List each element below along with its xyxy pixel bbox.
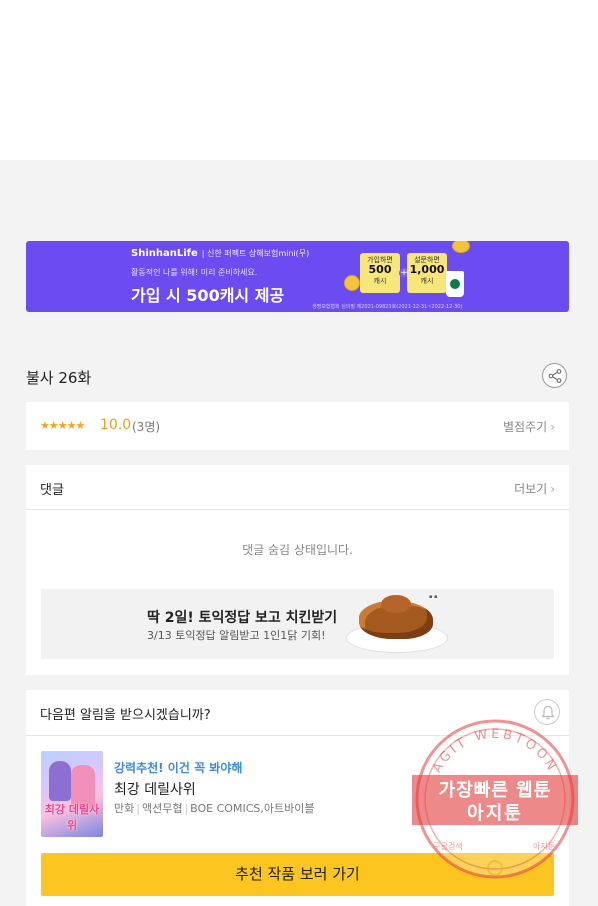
divider <box>26 509 569 510</box>
cover-title: 최강 데릴사위 <box>44 803 100 832</box>
bell-icon <box>541 705 555 720</box>
chevron-right-icon: › <box>550 420 555 434</box>
share-button[interactable] <box>542 363 567 388</box>
top-blank-area <box>0 0 598 160</box>
insurance-ad-banner[interactable]: ShinhanLife | 신한 퍼펙트 상해보험mini(무) 활동적인 나를 … <box>26 241 569 312</box>
comments-card: 댓글 더보기 › 댓글 숨김 상태입니다. 딱 2일! 토익정답 보고 치킨받기 … <box>26 465 569 675</box>
rate-button[interactable]: 별점주기 › <box>503 418 555 435</box>
ad-headline: 가입 시 500캐시 제공 <box>131 286 285 305</box>
chevron-right-icon: › <box>550 482 555 496</box>
comments-hidden-notice: 댓글 숨김 상태입니다. <box>242 543 353 557</box>
fried-chicken-image <box>381 595 411 613</box>
next-episode-notify-card: 다음편 알림을 받으시겠습니까? 최강 데릴사위 강력추천! 이건 꼭 봐야해 … <box>26 690 569 906</box>
genre-label: 만화 <box>114 802 135 815</box>
ad-mark: ▪ ▪ <box>429 594 438 600</box>
rating-score: 10.0 <box>100 417 132 433</box>
recommended-work-thumbnail[interactable]: 최강 데릴사위 <box>41 751 103 837</box>
recommended-work-title[interactable]: 최강 데릴사위 <box>114 779 196 799</box>
ad-reward-box-survey: 설문하면 1,000 캐시 <box>407 253 447 293</box>
recommended-work-meta: 만화 | 액션무협 | BOE COMICS,아트바이블 <box>114 802 315 815</box>
comments-heading: 댓글 <box>40 483 64 498</box>
cover-character <box>49 761 71 801</box>
ad-title: 딱 2일! 토익정답 보고 치킨받기 <box>147 610 338 626</box>
notify-question: 다음편 알림을 받으시겠습니까? <box>40 708 211 723</box>
coffee-cup-icon <box>446 271 464 297</box>
rating-count: (3명) <box>132 420 161 434</box>
genre-label: 액션무협 <box>141 802 183 815</box>
rating-card: ★★★★★ 10.0 (3명) 별점주기 › <box>26 402 569 450</box>
ad-fine-print: 생명보험협회 심의필 제2021-09823호(2021-12-31~2022-… <box>312 304 463 310</box>
ad-brand: ShinhanLife | 신한 퍼펙트 상해보험mini(무) <box>131 248 310 259</box>
view-recommended-button[interactable]: 추천 작품 보러 가기 <box>41 853 554 896</box>
toeic-chicken-ad[interactable]: 딱 2일! 토익정답 보고 치킨받기 3/13 토익정답 알림받고 1인1닭 기… <box>41 589 554 659</box>
episode-title: 불사 26화 <box>26 369 92 387</box>
ad-reward-box-join: 가입하면 500 캐시 <box>360 253 400 293</box>
divider <box>26 735 569 736</box>
coin-icon <box>344 275 360 291</box>
notify-bell-button[interactable] <box>534 699 560 725</box>
share-icon <box>548 369 562 383</box>
ad-subtitle: 3/13 토익정답 알림받고 1인1닭 기회! <box>147 629 326 642</box>
rating-stars: ★★★★★ <box>40 419 85 432</box>
publisher-label: BOE COMICS,아트바이블 <box>190 802 315 815</box>
ad-tagline: 활동적인 나를 위해! 미리 준비하세요. <box>131 268 258 277</box>
coin-icon <box>452 241 470 253</box>
recommend-promo-text: 강력추천! 이건 꼭 봐야해 <box>114 761 243 775</box>
comments-more-link[interactable]: 더보기 › <box>514 480 555 497</box>
